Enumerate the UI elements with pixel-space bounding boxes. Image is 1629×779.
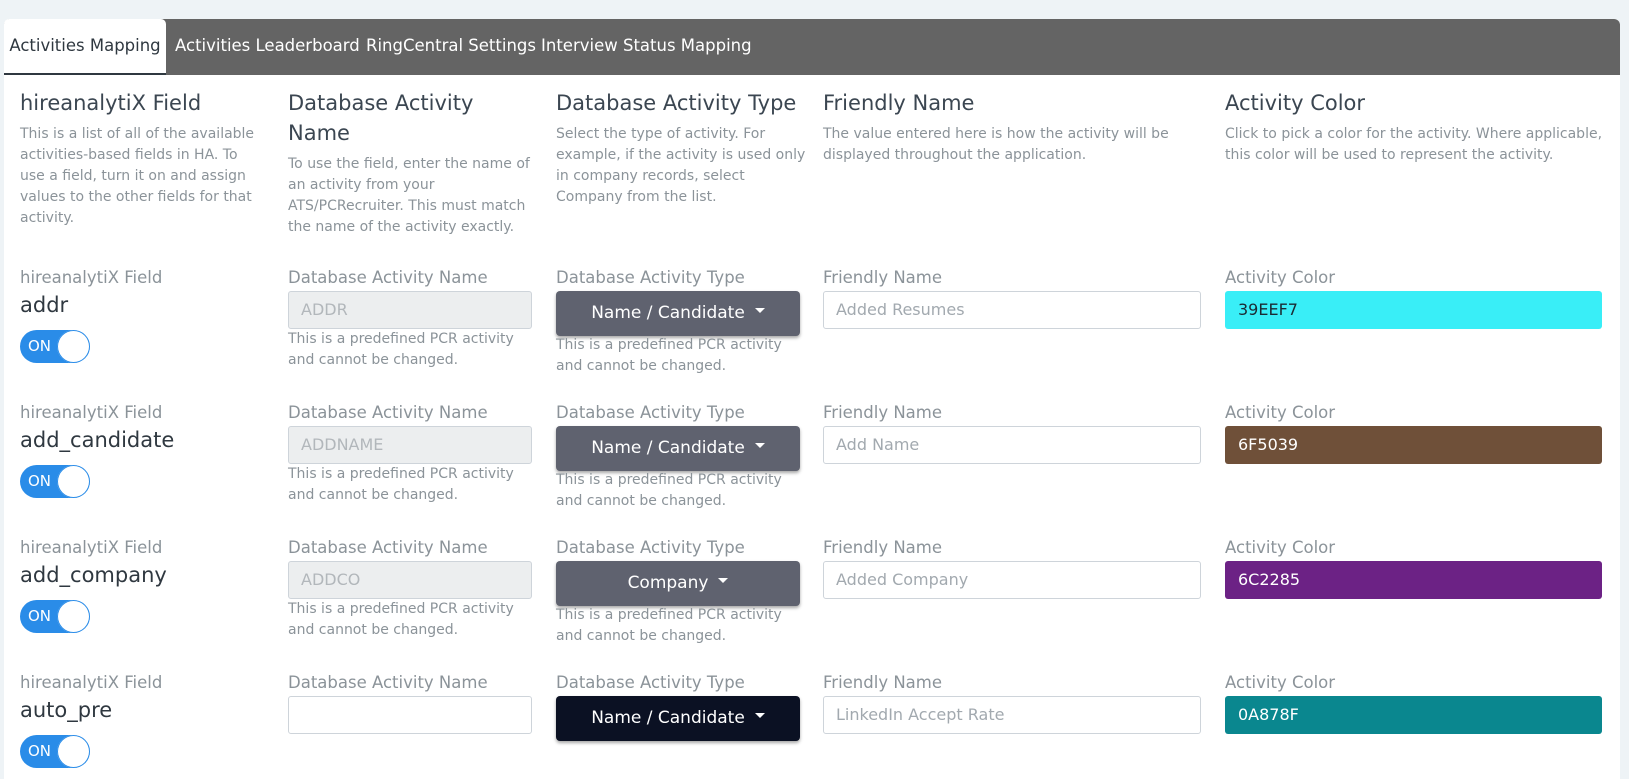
db-type-dropdown-add-company[interactable]: Company bbox=[556, 561, 800, 606]
header-friendly: Friendly Name The value entered here is … bbox=[823, 88, 1183, 166]
field-toggle-add-candidate[interactable]: ON bbox=[20, 465, 90, 498]
friendly-input-add-company[interactable]: Added Company bbox=[823, 561, 1201, 599]
header-db-name-desc: To use the field, enter the name of an a… bbox=[288, 156, 530, 235]
field-label: hireanalytiX Field bbox=[20, 673, 163, 692]
field-name-add-candidate: add_candidate bbox=[20, 428, 175, 452]
friendly-label: Friendly Name bbox=[823, 268, 943, 287]
db-name-input-add-company[interactable]: ADDCO bbox=[288, 561, 532, 599]
db-type-dropdown-auto-pre[interactable]: Name / Candidate bbox=[556, 696, 800, 741]
db-type-dropdown-label: Name / Candidate bbox=[591, 438, 745, 458]
field-toggle-auto-pre[interactable]: ON bbox=[20, 735, 90, 768]
toggle-knob bbox=[57, 465, 90, 498]
caret-down-icon bbox=[754, 712, 765, 718]
db-name-help: This is a predefined PCR activity and ca… bbox=[288, 601, 514, 638]
friendly-label: Friendly Name bbox=[823, 673, 943, 692]
db-type-dropdown-label: Company bbox=[627, 573, 709, 593]
toggle-knob bbox=[57, 735, 90, 768]
db-name-label: Database Activity Name bbox=[288, 268, 488, 287]
tab-ringcentral-settings[interactable]: RingCentral Settings bbox=[366, 19, 536, 75]
db-type-dropdown-label: Name / Candidate bbox=[591, 708, 745, 728]
header-db-name-title: Database Activity Name bbox=[288, 91, 474, 145]
header-field: hireanalytiX Field This is a list of all… bbox=[20, 88, 255, 229]
db-name-input-add-candidate[interactable]: ADDNAME bbox=[288, 426, 532, 464]
db-type-label: Database Activity Type bbox=[556, 403, 745, 422]
field-name-auto-pre: auto_pre bbox=[20, 698, 113, 722]
field-name-addr: addr bbox=[20, 293, 69, 317]
header-field-title: hireanalytiX Field bbox=[20, 91, 202, 115]
field-toggle-add-company[interactable]: ON bbox=[20, 600, 90, 633]
color-label: Activity Color bbox=[1225, 538, 1336, 557]
header-color-title: Activity Color bbox=[1225, 91, 1366, 115]
field-name-add-company: add_company bbox=[20, 563, 167, 587]
toggle-on-label: ON bbox=[28, 742, 52, 760]
toggle-knob bbox=[57, 600, 90, 633]
friendly-input-add-candidate[interactable]: Add Name bbox=[823, 426, 1201, 464]
header-friendly-title: Friendly Name bbox=[823, 91, 975, 115]
header-db-type-desc: Select the type of activity. For example… bbox=[556, 126, 806, 205]
db-type-help: This is a predefined PCR activity and ca… bbox=[556, 607, 782, 644]
header-friendly-desc: The value entered here is how the activi… bbox=[823, 126, 1169, 163]
friendly-input-auto-pre[interactable]: LinkedIn Accept Rate bbox=[823, 696, 1201, 734]
tab-activities-mapping[interactable]: Activities Mapping bbox=[4, 19, 166, 75]
db-name-help: This is a predefined PCR activity and ca… bbox=[288, 466, 514, 503]
db-type-label: Database Activity Type bbox=[556, 268, 745, 287]
header-db-type-title: Database Activity Type bbox=[556, 91, 797, 115]
header-db-type: Database Activity Type Select the type o… bbox=[556, 88, 806, 208]
color-picker-auto-pre[interactable]: 0A878F bbox=[1225, 696, 1602, 734]
friendly-label: Friendly Name bbox=[823, 403, 943, 422]
db-type-help: This is a predefined PCR activity and ca… bbox=[556, 472, 782, 509]
tab-interview-status-mapping[interactable]: Interview Status Mapping bbox=[541, 19, 752, 75]
color-picker-addr[interactable]: 39EEF7 bbox=[1225, 291, 1602, 329]
db-type-label: Database Activity Type bbox=[556, 538, 745, 557]
db-name-label: Database Activity Name bbox=[288, 538, 488, 557]
header-db-name: Database Activity Name To use the field,… bbox=[288, 88, 533, 238]
toggle-on-label: ON bbox=[28, 472, 52, 490]
db-name-input-addr[interactable]: ADDR bbox=[288, 291, 532, 329]
field-label: hireanalytiX Field bbox=[20, 268, 163, 287]
db-name-help: This is a predefined PCR activity and ca… bbox=[288, 331, 514, 368]
caret-down-icon bbox=[754, 307, 765, 313]
color-label: Activity Color bbox=[1225, 268, 1336, 287]
color-picker-add-candidate[interactable]: 6F5039 bbox=[1225, 426, 1602, 464]
db-type-dropdown-addr[interactable]: Name / Candidate bbox=[556, 291, 800, 336]
db-name-label: Database Activity Name bbox=[288, 403, 488, 422]
header-field-desc: This is a list of all of the available a… bbox=[20, 126, 255, 226]
header-color-desc: Click to pick a color for the activity. … bbox=[1225, 126, 1603, 163]
caret-down-icon bbox=[718, 577, 729, 583]
db-type-dropdown-label: Name / Candidate bbox=[591, 303, 745, 323]
field-label: hireanalytiX Field bbox=[20, 403, 163, 422]
color-picker-add-company[interactable]: 6C2285 bbox=[1225, 561, 1602, 599]
db-type-help: This is a predefined PCR activity and ca… bbox=[556, 337, 782, 374]
toggle-knob bbox=[57, 330, 90, 363]
friendly-label: Friendly Name bbox=[823, 538, 943, 557]
db-type-label: Database Activity Type bbox=[556, 673, 745, 692]
toggle-on-label: ON bbox=[28, 337, 52, 355]
friendly-input-addr[interactable]: Added Resumes bbox=[823, 291, 1201, 329]
db-name-label: Database Activity Name bbox=[288, 673, 488, 692]
toggle-on-label: ON bbox=[28, 607, 52, 625]
tab-bar: Activities Mapping Activities Leaderboar… bbox=[4, 19, 1620, 75]
field-label: hireanalytiX Field bbox=[20, 538, 163, 557]
header-color: Activity Color Click to pick a color for… bbox=[1225, 88, 1610, 166]
tab-activities-leaderboard[interactable]: Activities Leaderboard bbox=[175, 19, 360, 75]
db-type-dropdown-add-candidate[interactable]: Name / Candidate bbox=[556, 426, 800, 471]
field-toggle-addr[interactable]: ON bbox=[20, 330, 90, 363]
db-name-input-auto-pre[interactable] bbox=[288, 696, 532, 734]
color-label: Activity Color bbox=[1225, 673, 1336, 692]
color-label: Activity Color bbox=[1225, 403, 1336, 422]
caret-down-icon bbox=[754, 442, 765, 448]
